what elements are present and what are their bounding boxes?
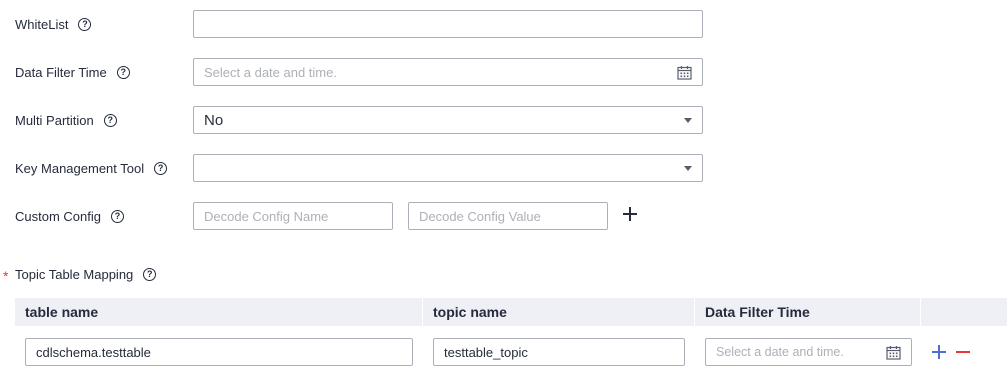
column-header-actions	[921, 298, 1007, 326]
whitelist-input[interactable]	[193, 10, 703, 38]
help-icon[interactable]: ?	[103, 114, 117, 127]
table-name-value: cdlschema.testtable	[36, 344, 151, 360]
key-management-tool-label: Key Management Tool ?	[15, 161, 168, 176]
help-icon[interactable]: ?	[116, 66, 130, 79]
multi-partition-value: No	[204, 111, 224, 129]
data-filter-time-placeholder: Select a date and time.	[204, 64, 337, 80]
column-header-data-filter-time: Data Filter Time	[695, 298, 921, 326]
chevron-down-icon[interactable]	[684, 166, 692, 171]
decode-config-name-placeholder: Decode Config Name	[204, 208, 329, 224]
help-icon[interactable]: ?	[78, 18, 92, 31]
topic-table-mapping-label-text: Topic Table Mapping	[15, 267, 134, 282]
help-icon[interactable]: ?	[143, 268, 157, 281]
column-header-topic-name: topic name	[423, 298, 695, 326]
row-data-filter-time-placeholder: Select a date and time.	[716, 345, 844, 359]
data-filter-time-picker[interactable]: Select a date and time.	[193, 58, 703, 86]
whitelist-label-text: WhiteList	[15, 17, 69, 32]
data-filter-time-label: Data Filter Time ?	[15, 65, 130, 80]
key-management-tool-select[interactable]	[193, 154, 703, 182]
table-name-input[interactable]: cdlschema.testtable	[25, 338, 413, 366]
mapping-table-header: table name topic name Data Filter Time	[15, 298, 1007, 326]
calendar-icon[interactable]	[677, 65, 692, 80]
column-header-table-name: table name	[15, 298, 423, 326]
custom-config-label-text: Custom Config	[15, 209, 101, 224]
add-row-button[interactable]	[932, 345, 946, 359]
required-mark: *	[3, 268, 9, 284]
data-filter-time-label-text: Data Filter Time	[15, 65, 107, 80]
multi-partition-label: Multi Partition ?	[15, 113, 117, 128]
key-management-tool-label-text: Key Management Tool	[15, 161, 145, 176]
multi-partition-label-text: Multi Partition	[15, 113, 94, 128]
row-data-filter-time-picker[interactable]: Select a date and time.	[705, 338, 912, 366]
add-custom-config-button[interactable]	[623, 207, 637, 221]
help-icon[interactable]: ?	[154, 162, 168, 175]
custom-config-label: Custom Config ?	[15, 209, 124, 224]
decode-config-value-placeholder: Decode Config Value	[419, 208, 541, 224]
topic-name-input[interactable]: testtable_topic	[433, 338, 685, 366]
whitelist-label: WhiteList ?	[15, 17, 92, 32]
calendar-icon[interactable]	[886, 345, 901, 360]
chevron-down-icon[interactable]	[684, 118, 692, 123]
remove-row-button[interactable]	[956, 345, 970, 359]
decode-config-name-input[interactable]: Decode Config Name	[193, 202, 393, 230]
decode-config-value-input[interactable]: Decode Config Value	[408, 202, 608, 230]
topic-name-value: testtable_topic	[444, 344, 528, 360]
kafka-config-form: WhiteList ? Data Filter Time ? Select a …	[0, 0, 1007, 378]
help-icon[interactable]: ?	[110, 210, 124, 223]
topic-table-mapping-label: Topic Table Mapping ?	[15, 267, 157, 282]
multi-partition-select[interactable]: No	[193, 106, 703, 134]
